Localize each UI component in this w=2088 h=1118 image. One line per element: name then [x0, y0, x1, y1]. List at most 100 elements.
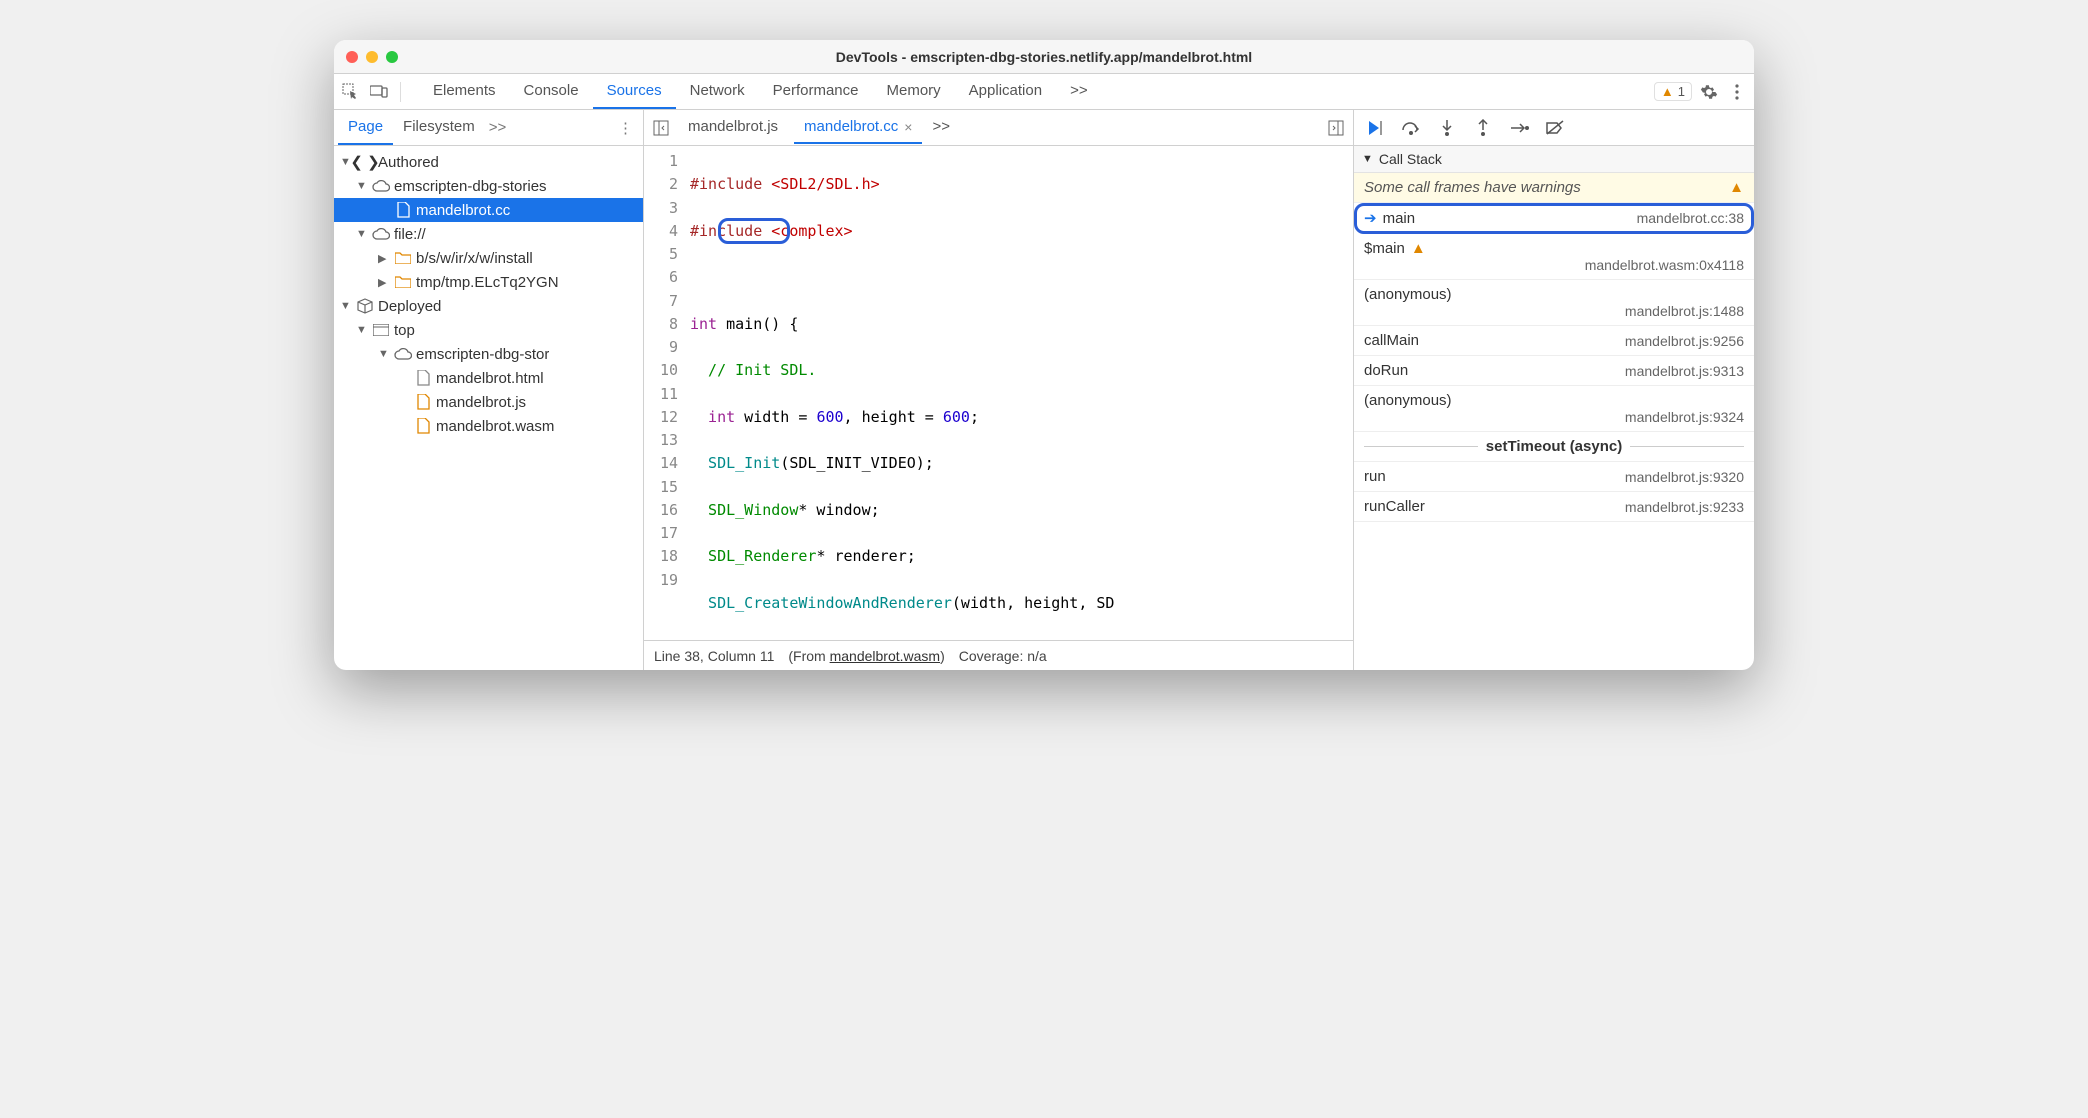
toggle-navigator-icon[interactable]	[650, 117, 672, 139]
cloud-icon	[372, 177, 390, 195]
call-frame-anon-1[interactable]: (anonymous) mandelbrot.js:1488	[1354, 280, 1754, 326]
frame-name: callMain	[1364, 332, 1419, 349]
frame-name: doRun	[1364, 362, 1408, 379]
step-into-icon[interactable]	[1436, 117, 1458, 139]
device-toolbar-icon[interactable]	[368, 81, 390, 103]
chevron-down-icon: ▼	[356, 180, 368, 192]
traffic-lights	[346, 51, 398, 63]
toggle-debugger-icon[interactable]	[1325, 117, 1347, 139]
cloud-icon	[372, 225, 390, 243]
titlebar: DevTools - emscripten-dbg-stories.netlif…	[334, 40, 1754, 74]
warning-count-badge[interactable]: ▲ 1	[1654, 82, 1692, 101]
code-viewer[interactable]: 12345678910111213141516171819 #include <…	[644, 146, 1353, 640]
call-frame-dorun[interactable]: doRun mandelbrot.js:9313	[1354, 356, 1754, 386]
frame-name: main	[1383, 210, 1416, 227]
tab-memory[interactable]: Memory	[873, 74, 955, 109]
tree-folder-1[interactable]: ▶ b/s/w/ir/x/w/install	[334, 246, 643, 270]
navigator-tab-filesystem[interactable]: Filesystem	[393, 110, 485, 145]
tab-network[interactable]: Network	[676, 74, 759, 109]
frame-location: mandelbrot.wasm:0x4118	[1364, 257, 1744, 273]
tree-domain-authored[interactable]: ▼ emscripten-dbg-stories	[334, 174, 643, 198]
window-title: DevTools - emscripten-dbg-stories.netlif…	[334, 49, 1754, 65]
chevron-down-icon: ▼	[356, 228, 368, 240]
deactivate-breakpoints-icon[interactable]	[1544, 117, 1566, 139]
more-menu-icon[interactable]	[1726, 81, 1748, 103]
coverage-status: Coverage: n/a	[959, 648, 1047, 664]
window-icon	[372, 321, 390, 339]
chevron-down-icon: ▼	[340, 300, 352, 312]
frame-location: mandelbrot.js:9320	[1625, 469, 1744, 485]
inspect-element-icon[interactable]	[340, 81, 362, 103]
step-icon[interactable]	[1508, 117, 1530, 139]
frame-location: mandelbrot.js:9233	[1625, 499, 1744, 515]
tree-label: tmp/tmp.ELcTq2YGN	[416, 274, 559, 291]
document-icon	[394, 201, 412, 219]
devtools-window: DevTools - emscripten-dbg-stories.netlif…	[334, 40, 1754, 670]
frame-location: mandelbrot.js:1488	[1364, 303, 1744, 319]
tree-folder-2[interactable]: ▶ tmp/tmp.ELcTq2YGN	[334, 270, 643, 294]
tab-application[interactable]: Application	[955, 74, 1056, 109]
file-tree: ▼ ❮ ❯ Authored ▼ emscripten-dbg-stories …	[334, 146, 643, 442]
call-frame-callmain[interactable]: callMain mandelbrot.js:9256	[1354, 326, 1754, 356]
chevron-right-icon: ▶	[378, 252, 390, 265]
editor-tab-label: mandelbrot.js	[688, 118, 778, 135]
debugger-toolbar	[1354, 110, 1754, 146]
tree-file-scheme[interactable]: ▼ file://	[334, 222, 643, 246]
tabs-overflow[interactable]: >>	[1056, 74, 1102, 109]
minimize-window-button[interactable]	[366, 51, 378, 63]
navigator-tab-page[interactable]: Page	[338, 110, 393, 145]
tree-label: emscripten-dbg-stor	[416, 346, 549, 363]
editor-tab-label: mandelbrot.cc	[804, 118, 898, 135]
step-over-icon[interactable]	[1400, 117, 1422, 139]
tree-label: Authored	[378, 154, 439, 171]
navigator-more-icon[interactable]: ⋮	[612, 119, 639, 137]
tree-file-wasm[interactable]: mandelbrot.wasm	[334, 414, 643, 438]
tree-label: mandelbrot.html	[436, 370, 544, 387]
settings-gear-icon[interactable]	[1698, 81, 1720, 103]
editor-tab-mandelbrot-cc[interactable]: mandelbrot.cc ×	[794, 111, 922, 144]
call-frame-runcaller[interactable]: runCaller mandelbrot.js:9233	[1354, 492, 1754, 522]
navigator-tabs-overflow[interactable]: >>	[489, 119, 507, 136]
tree-file-html[interactable]: mandelbrot.html	[334, 366, 643, 390]
async-label: setTimeout (async)	[1486, 438, 1622, 455]
tree-label: mandelbrot.wasm	[436, 418, 554, 435]
tree-group-deployed[interactable]: ▼ Deployed	[334, 294, 643, 318]
line-gutter: 12345678910111213141516171819	[644, 146, 684, 640]
folder-icon	[394, 273, 412, 291]
frame-location: mandelbrot.js:9324	[1364, 409, 1744, 425]
frame-name: (anonymous)	[1364, 392, 1452, 409]
call-stack-header[interactable]: ▼ Call Stack	[1354, 146, 1754, 173]
close-window-button[interactable]	[346, 51, 358, 63]
tab-console[interactable]: Console	[510, 74, 593, 109]
call-frame-wasm-main[interactable]: $main▲ mandelbrot.wasm:0x4118	[1354, 234, 1754, 280]
frame-name: (anonymous)	[1364, 286, 1452, 303]
tree-file-js[interactable]: mandelbrot.js	[334, 390, 643, 414]
editor-tabs-overflow[interactable]: >>	[928, 111, 954, 144]
code-content: #include <SDL2/SDL.h> #include <complex>…	[684, 146, 1353, 640]
tree-file-mandelbrot-cc[interactable]: mandelbrot.cc	[334, 198, 643, 222]
close-tab-icon[interactable]: ×	[904, 119, 912, 135]
editor-tab-mandelbrot-js[interactable]: mandelbrot.js	[678, 111, 788, 144]
tree-group-authored[interactable]: ▼ ❮ ❯ Authored	[334, 150, 643, 174]
call-frame-run[interactable]: run mandelbrot.js:9320	[1354, 462, 1754, 492]
call-frame-anon-2[interactable]: (anonymous) mandelbrot.js:9324	[1354, 386, 1754, 432]
tab-sources[interactable]: Sources	[593, 74, 676, 109]
tab-elements[interactable]: Elements	[419, 74, 510, 109]
tree-top[interactable]: ▼ top	[334, 318, 643, 342]
tree-deploy-domain[interactable]: ▼ emscripten-dbg-stor	[334, 342, 643, 366]
chevron-down-icon: ▼	[356, 324, 368, 336]
current-frame-arrow-icon: ➔	[1364, 209, 1377, 227]
call-frame-main[interactable]: ➔ main mandelbrot.cc:38	[1354, 203, 1754, 234]
tree-label: emscripten-dbg-stories	[394, 178, 547, 195]
source-map-link[interactable]: mandelbrot.wasm	[830, 648, 941, 664]
status-from: (From mandelbrot.wasm)	[788, 648, 944, 664]
tab-performance[interactable]: Performance	[759, 74, 873, 109]
warning-text: Some call frames have warnings	[1364, 179, 1581, 196]
resume-icon[interactable]	[1364, 117, 1386, 139]
async-divider: setTimeout (async)	[1354, 432, 1754, 462]
zoom-window-button[interactable]	[386, 51, 398, 63]
step-out-icon[interactable]	[1472, 117, 1494, 139]
navigator-sidebar: Page Filesystem >> ⋮ ▼ ❮ ❯ Authored ▼ em…	[334, 110, 644, 670]
document-icon	[414, 393, 432, 411]
document-icon	[414, 417, 432, 435]
